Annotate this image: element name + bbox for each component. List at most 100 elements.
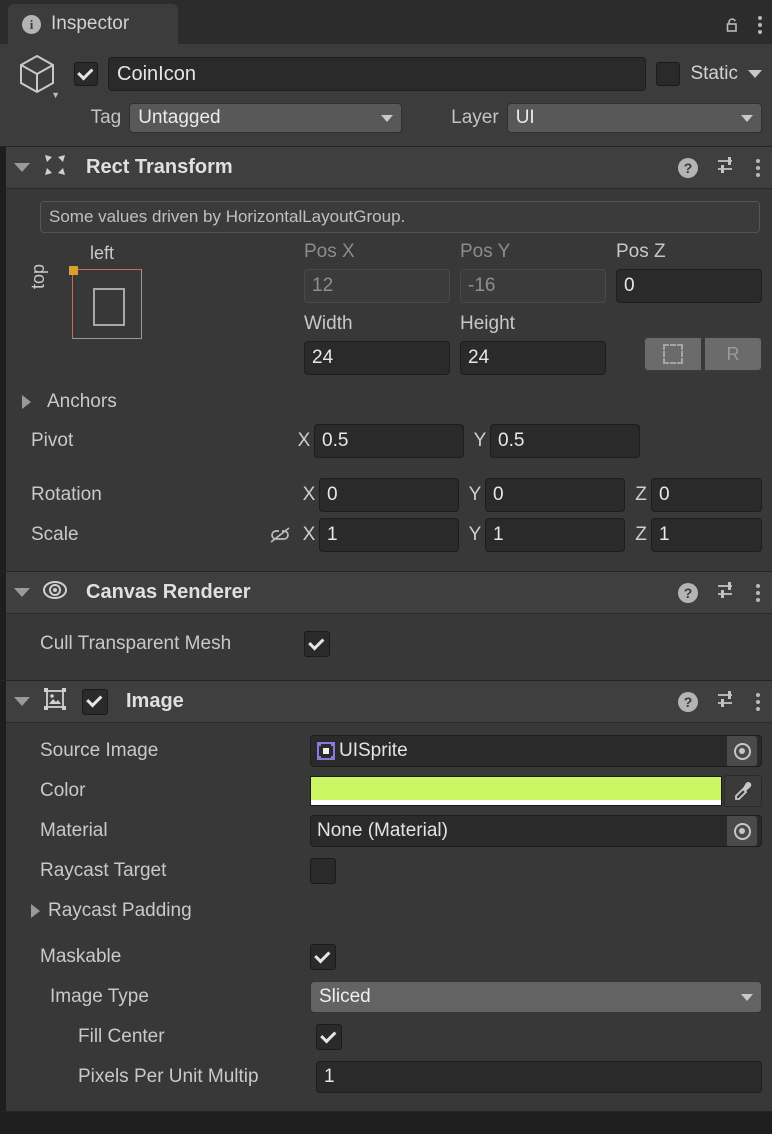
rotation-y-axis-label: Y	[468, 484, 482, 505]
scale-x-input[interactable]: 1	[319, 518, 459, 552]
foldout-arrow-icon[interactable]	[22, 395, 31, 409]
chevron-down-icon	[741, 993, 753, 1001]
layer-label: Layer	[451, 107, 499, 128]
foldout-arrow-icon[interactable]	[31, 904, 40, 918]
color-swatch-field[interactable]	[310, 776, 722, 806]
anchors-label: Anchors	[47, 391, 117, 412]
canvas-renderer-actions: ?	[678, 579, 772, 606]
inspector-tabbar: i Inspector	[0, 0, 772, 44]
pixels-per-unit-input[interactable]: 1	[316, 1061, 762, 1093]
raycast-target-label: Raycast Target	[40, 860, 167, 881]
static-label: Static	[690, 63, 738, 84]
gameobject-cube-icon[interactable]: ▼	[10, 50, 64, 100]
gameobject-header: ▼ CoinIcon Static Tag Untagged Layer UI	[0, 44, 772, 147]
color-row: Color	[14, 771, 762, 811]
image-type-label: Image Type	[50, 986, 149, 1007]
kebab-menu-icon[interactable]	[756, 692, 760, 711]
kebab-menu-icon[interactable]	[756, 583, 760, 602]
width-label: Width	[304, 313, 353, 334]
height-input[interactable]: 24	[460, 341, 606, 375]
image-type-dropdown[interactable]: Sliced	[310, 981, 762, 1013]
cull-transparent-mesh-label: Cull Transparent Mesh	[40, 633, 232, 654]
image-type-value: Sliced	[319, 986, 371, 1007]
component-canvas-renderer: Canvas Renderer ? Cull Transparent Mesh	[0, 572, 772, 681]
height-label: Height	[460, 313, 515, 334]
blueprint-r-button[interactable]: R	[704, 337, 762, 371]
cull-transparent-mesh-checkbox[interactable]	[304, 631, 330, 657]
rect-transform-title: Rect Transform	[86, 156, 233, 178]
fill-center-row: Fill Center	[14, 1017, 762, 1057]
rotation-z-input[interactable]: 0	[651, 478, 762, 512]
position-row: Pos X 12 Pos Y -16 Pos Z 0	[304, 241, 762, 303]
object-picker-icon	[733, 742, 751, 760]
layer-dropdown[interactable]: UI	[506, 103, 762, 133]
preset-sliders-icon[interactable]	[716, 154, 738, 181]
fill-center-checkbox[interactable]	[316, 1024, 342, 1050]
canvas-renderer-header[interactable]: Canvas Renderer ?	[0, 572, 772, 614]
scale-row: Scale X 1 Y 1 Z 1	[14, 515, 762, 555]
scale-z-input[interactable]: 1	[651, 518, 762, 552]
pos-z-input[interactable]: 0	[616, 269, 762, 303]
eyedropper-button[interactable]	[724, 775, 762, 807]
sprite-icon	[317, 742, 335, 760]
kebab-menu-icon[interactable]	[758, 16, 762, 34]
width-input[interactable]: 24	[304, 341, 450, 375]
pos-y-field-group: Pos Y -16	[460, 241, 606, 303]
foldout-arrow-icon[interactable]	[14, 163, 30, 172]
component-rect-transform: Rect Transform ? Some values driven by H…	[0, 147, 772, 572]
cube-dropdown-caret-icon[interactable]: ▼	[51, 90, 60, 100]
tab-inspector[interactable]: i Inspector	[8, 4, 178, 44]
pos-y-input[interactable]: -16	[460, 269, 606, 303]
raycast-padding-row[interactable]: Raycast Padding	[14, 891, 762, 931]
help-icon[interactable]: ?	[678, 582, 698, 603]
anchors-foldout-row[interactable]: Anchors	[22, 383, 762, 421]
scale-y-input[interactable]: 1	[485, 518, 625, 552]
image-enabled-checkbox[interactable]	[82, 688, 108, 715]
color-alpha-bar	[311, 800, 721, 805]
anchor-left-label: left	[90, 243, 115, 263]
lock-open-icon[interactable]	[724, 16, 742, 34]
gameobject-enabled-checkbox[interactable]	[74, 62, 98, 86]
info-icon: i	[22, 14, 41, 34]
rotation-y-input[interactable]: 0	[485, 478, 625, 512]
pixels-per-unit-row: Pixels Per Unit Multip 1	[14, 1057, 762, 1097]
foldout-arrow-icon[interactable]	[14, 697, 30, 706]
pivot-x-input[interactable]: 0.5	[314, 424, 464, 458]
help-icon[interactable]: ?	[678, 157, 698, 178]
scale-y-axis-label: Y	[468, 524, 482, 545]
canvas-renderer-body: Cull Transparent Mesh	[0, 614, 772, 680]
rotation-z-axis-label: Z	[635, 484, 647, 505]
tag-layer-row: Tag Untagged Layer UI	[10, 100, 762, 136]
anchor-presets-button[interactable]	[644, 337, 702, 371]
tag-dropdown[interactable]: Untagged	[129, 103, 403, 133]
material-picker-button[interactable]	[727, 816, 757, 846]
static-dropdown-caret-icon[interactable]	[748, 70, 762, 78]
preset-sliders-icon[interactable]	[716, 688, 738, 715]
source-image-objectfield[interactable]: UISprite	[310, 735, 762, 767]
component-image: Image ? Source Image UISprite Color Mate…	[0, 681, 772, 1112]
anchor-preview-widget[interactable]: left top	[14, 241, 304, 381]
maskable-checkbox[interactable]	[310, 944, 336, 970]
raycast-target-checkbox[interactable]	[310, 858, 336, 884]
kebab-menu-icon[interactable]	[756, 158, 760, 177]
preset-sliders-icon[interactable]	[716, 579, 738, 606]
image-body: Source Image UISprite Color Material Non…	[0, 723, 772, 1111]
rotation-x-input[interactable]: 0	[319, 478, 459, 512]
pivot-y-input[interactable]: 0.5	[490, 424, 640, 458]
rect-transform-actions: ?	[678, 154, 772, 181]
gameobject-name-input[interactable]: CoinIcon	[108, 57, 647, 91]
link-broken-icon[interactable]	[260, 525, 299, 545]
rect-transform-header[interactable]: Rect Transform ?	[0, 147, 772, 189]
size-row: Width 24 Height 24 R	[304, 313, 762, 375]
material-objectfield[interactable]: None (Material)	[310, 815, 762, 847]
image-header[interactable]: Image ?	[0, 681, 772, 723]
rect-transform-icon	[42, 152, 68, 183]
source-image-picker-button[interactable]	[727, 736, 757, 766]
foldout-arrow-icon[interactable]	[14, 588, 30, 597]
help-icon[interactable]: ?	[678, 691, 698, 712]
static-checkbox[interactable]	[656, 62, 681, 86]
raycast-target-row: Raycast Target	[14, 851, 762, 891]
layer-value: UI	[515, 107, 535, 128]
pos-y-label: Pos Y	[460, 241, 511, 262]
pos-x-input[interactable]: 12	[304, 269, 450, 303]
